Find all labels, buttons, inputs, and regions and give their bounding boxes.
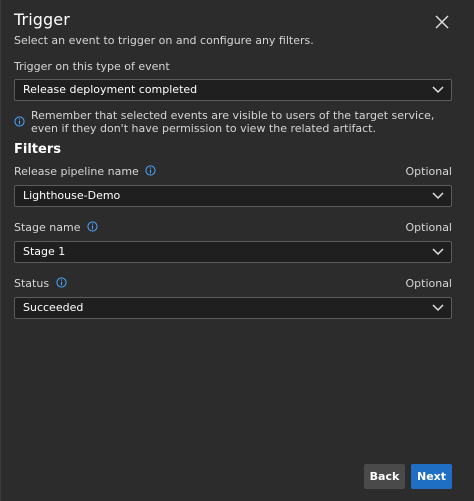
event-type-select[interactable]: Release deployment completed: [14, 79, 452, 101]
close-icon: [435, 15, 449, 29]
chevron-down-icon: [432, 248, 444, 256]
event-type-value: Release deployment completed: [23, 83, 198, 96]
pipeline-label-text: Release pipeline name: [14, 165, 139, 178]
visibility-note-text: Remember that selected events are visibl…: [31, 109, 435, 135]
chevron-down-icon: [432, 86, 444, 94]
pipeline-optional: Optional: [405, 165, 452, 178]
panel-subtitle: Select an event to trigger on and config…: [14, 34, 314, 47]
event-type-label: Trigger on this type of event: [14, 60, 170, 73]
back-button[interactable]: Back: [364, 464, 405, 489]
stage-label: Stage name: [14, 221, 98, 234]
next-button[interactable]: Next: [411, 464, 452, 489]
trigger-panel: Trigger Select an event to trigger on an…: [0, 0, 474, 501]
stage-optional: Optional: [405, 221, 452, 234]
stage-label-text: Stage name: [14, 221, 81, 234]
note-info: [14, 114, 25, 127]
info-icon[interactable]: [55, 277, 67, 288]
filters-heading: Filters: [14, 142, 61, 157]
info-icon[interactable]: [145, 165, 156, 176]
info-icon[interactable]: [87, 221, 98, 232]
status-optional: Optional: [405, 277, 452, 290]
chevron-down-icon: [432, 192, 444, 200]
status-label-text: Status: [14, 277, 50, 290]
pipeline-select[interactable]: Lighthouse-Demo: [14, 185, 452, 207]
panel-title: Trigger: [14, 10, 70, 29]
pipeline-value: Lighthouse-Demo: [23, 189, 121, 202]
status-value: Succeeded: [23, 301, 84, 314]
close-button[interactable]: [431, 11, 453, 33]
status-label: Status: [14, 277, 67, 290]
status-select[interactable]: Succeeded: [14, 297, 452, 319]
stage-value: Stage 1: [23, 245, 66, 258]
stage-select[interactable]: Stage 1: [14, 241, 452, 263]
info-icon: [14, 115, 25, 127]
pipeline-label: Release pipeline name: [14, 165, 156, 178]
chevron-down-icon: [432, 304, 444, 312]
